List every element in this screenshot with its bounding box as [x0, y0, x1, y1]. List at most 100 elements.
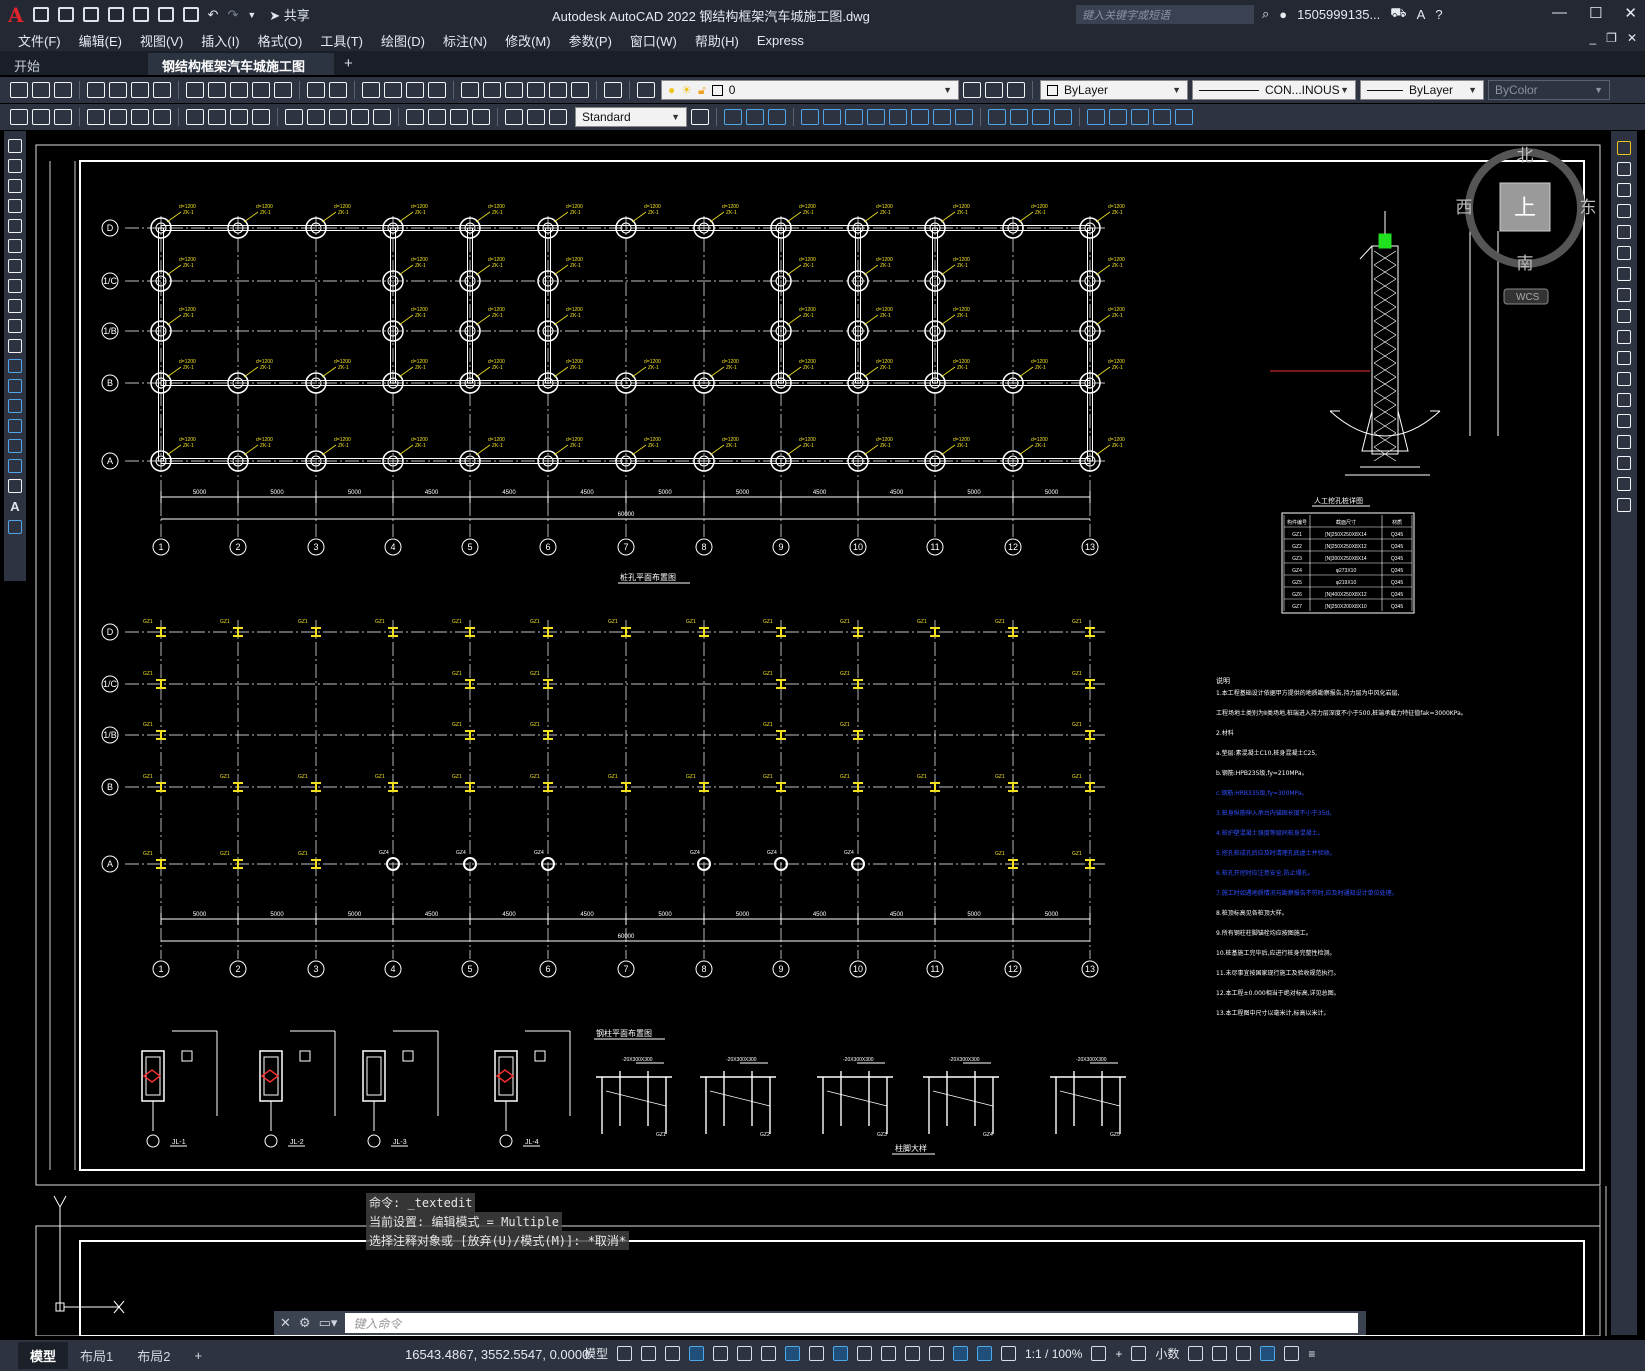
save-icon[interactable]: [54, 82, 72, 98]
extend-icon[interactable]: [1617, 351, 1631, 365]
rectangle-icon[interactable]: [8, 219, 22, 233]
isodraft-icon[interactable]: [737, 1346, 753, 1361]
grid-icon[interactable]: [617, 1346, 633, 1361]
layer-previous-icon[interactable]: [985, 82, 1003, 98]
minimize-button[interactable]: —: [1552, 4, 1567, 22]
plot-icon[interactable]: [182, 7, 199, 22]
dim-style-dropdown[interactable]: Standard ▼: [575, 107, 687, 127]
open-icon[interactable]: [32, 82, 50, 98]
inspection-icon[interactable]: [450, 109, 468, 125]
menu-insert[interactable]: 插入(I): [201, 31, 239, 50]
save-as-icon[interactable]: [107, 7, 124, 22]
qat-menu-icon[interactable]: ▼: [247, 10, 256, 20]
maximize-button[interactable]: ☐: [1589, 4, 1602, 22]
layer-state-icon[interactable]: [1007, 82, 1025, 98]
a360-icon[interactable]: A: [1417, 7, 1426, 22]
dim-text-edit-icon[interactable]: [527, 109, 545, 125]
image-icon[interactable]: [54, 109, 72, 125]
zoom-window-icon[interactable]: [406, 82, 424, 98]
dim-break-icon[interactable]: [373, 109, 391, 125]
erase-icon[interactable]: [1617, 141, 1631, 155]
revolve-icon[interactable]: [1175, 109, 1193, 125]
viewcube[interactable]: 上 北 南 西 东 WCS: [1456, 146, 1597, 305]
annotation-scale[interactable]: 1:1 / 100%: [1025, 1347, 1082, 1361]
open-file-icon[interactable]: [57, 7, 74, 22]
annotation-visibility-icon[interactable]: [977, 1346, 993, 1361]
menu-edit[interactable]: 编辑(E): [79, 31, 122, 50]
zoom-realtime-icon[interactable]: [384, 82, 402, 98]
redo-icon[interactable]: ↷: [227, 7, 238, 23]
view-left-icon[interactable]: [768, 109, 786, 125]
mirror-icon[interactable]: [1617, 183, 1631, 197]
tab-layout2[interactable]: 布局2: [125, 1342, 182, 1369]
fillet-icon[interactable]: [1617, 456, 1631, 470]
array-icon[interactable]: [1617, 225, 1631, 239]
ucs-view-icon[interactable]: [911, 109, 929, 125]
point-icon[interactable]: [8, 399, 22, 413]
coordinates-readout[interactable]: 16543.4867, 3552.5547, 0.0000: [405, 1347, 589, 1362]
revcloud-icon[interactable]: [8, 279, 22, 293]
doc-restore-button[interactable]: ❐: [1606, 31, 1617, 45]
arc-icon[interactable]: [8, 239, 22, 253]
share-button[interactable]: ➤ 共享: [269, 5, 310, 24]
extrude-icon[interactable]: [1109, 109, 1127, 125]
menu-format[interactable]: 格式(O): [258, 31, 303, 50]
autocad-logo-icon[interactable]: A: [8, 3, 24, 27]
copy-object-icon[interactable]: [1617, 162, 1631, 176]
undo-icon[interactable]: ↶: [208, 7, 219, 23]
save-icon[interactable]: [82, 7, 99, 22]
lineweight-dropdown[interactable]: ByLayer ▼: [1360, 80, 1484, 100]
search-input[interactable]: 键入关键字或短语: [1076, 5, 1254, 24]
doc-minimize-button[interactable]: _: [1589, 31, 1596, 45]
menu-help[interactable]: 帮助(H): [695, 31, 739, 50]
tab-layout1[interactable]: 布局1: [68, 1342, 125, 1369]
transparency-icon[interactable]: [833, 1346, 849, 1361]
mtext-icon[interactable]: A: [10, 499, 19, 514]
linetype-dropdown[interactable]: CON...INOUS ▼: [1192, 80, 1356, 100]
help-icon[interactable]: [604, 82, 622, 98]
object-snap-tracking-icon[interactable]: [761, 1346, 777, 1361]
dim-linear-icon[interactable]: [87, 109, 105, 125]
drawing-canvas[interactable]: D 1/C 1/B B A 1 5000 2 5000 3 5000 4 4500 5 4500 6 4500 7…: [30, 131, 1608, 1336]
gradient-icon[interactable]: [8, 439, 22, 453]
plot-icon[interactable]: [87, 82, 105, 98]
trim-icon[interactable]: [1617, 330, 1631, 344]
zoom-previous-icon[interactable]: [428, 82, 446, 98]
menu-dimension[interactable]: 标注(N): [443, 31, 487, 50]
lock-ui-icon[interactable]: [1212, 1346, 1228, 1361]
sheet-set-icon[interactable]: [527, 82, 545, 98]
insert-table-icon[interactable]: [10, 109, 28, 125]
quick-properties-icon[interactable]: [1188, 1346, 1204, 1361]
menu-window[interactable]: 窗口(W): [630, 31, 677, 50]
ellipse-arc-icon[interactable]: [8, 339, 22, 353]
color-dropdown[interactable]: ByLayer ▼: [1040, 80, 1188, 100]
blend-curves-icon[interactable]: [1617, 477, 1631, 491]
paste-icon[interactable]: [230, 82, 248, 98]
copy-icon[interactable]: [208, 82, 226, 98]
dynamic-ucs-icon[interactable]: [905, 1346, 921, 1361]
command-input[interactable]: 键入命令: [345, 1313, 1358, 1333]
ucs-origin-icon[interactable]: [933, 109, 951, 125]
dim-aligned-icon[interactable]: [109, 109, 127, 125]
drawing-svg[interactable]: D 1/C 1/B B A 1 5000 2 5000 3 5000 4 4500 5 4500 6 4500 7…: [30, 131, 1608, 1336]
plotstyle-dropdown[interactable]: ByColor ▼: [1488, 80, 1610, 100]
rotate-icon[interactable]: [1617, 267, 1631, 281]
render-icon[interactable]: [1010, 109, 1028, 125]
dim-edit-icon[interactable]: [505, 109, 523, 125]
polar-icon[interactable]: [713, 1346, 729, 1361]
design-center-icon[interactable]: [483, 82, 501, 98]
ucs-zaxis-icon[interactable]: [955, 109, 973, 125]
compass-east[interactable]: 东: [1580, 198, 1597, 217]
menu-tools[interactable]: 工具(T): [320, 31, 363, 50]
units-icon[interactable]: [1131, 1346, 1147, 1361]
visual-style-icon[interactable]: [988, 109, 1006, 125]
tolerance-icon[interactable]: [406, 109, 424, 125]
add-layout-button[interactable]: +: [182, 1344, 214, 1367]
tab-start[interactable]: 开始: [0, 53, 148, 75]
dim-ordinate-icon[interactable]: [153, 109, 171, 125]
ucs-previous-icon[interactable]: [845, 109, 863, 125]
hatch-icon[interactable]: [8, 419, 22, 433]
quickcalc-icon[interactable]: [571, 82, 589, 98]
circle-icon[interactable]: [8, 259, 22, 273]
help-icon[interactable]: ?: [1435, 7, 1442, 22]
